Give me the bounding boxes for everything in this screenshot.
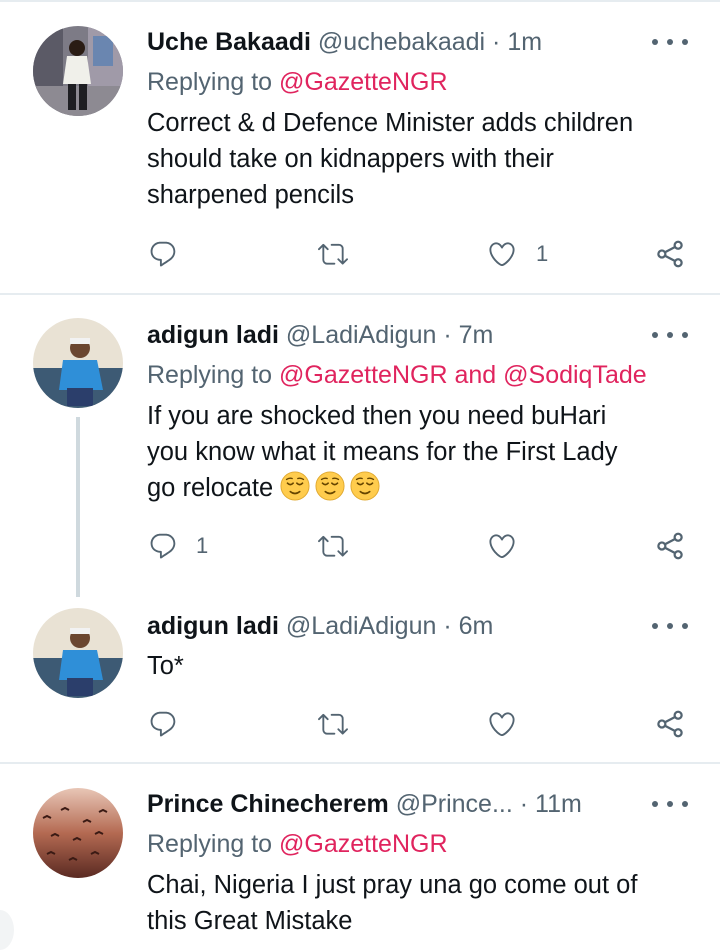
- tweet-text-line: you know what it means for the First Lad…: [147, 438, 618, 466]
- tweet-text: Chai, Nigeria I just pray una go come ou…: [147, 867, 637, 939]
- tweet-header: Prince Chinecherem @Prince... · 11m: [147, 784, 582, 824]
- tweet-text-line: should take on kidnappers with their: [147, 145, 554, 173]
- replying-prefix: Replying to: [147, 830, 273, 858]
- relieved-face-icon: [315, 471, 345, 501]
- user-handle[interactable]: @LadiAdigun: [286, 321, 437, 349]
- user-handle[interactable]: @uchebakaadi: [318, 28, 485, 56]
- more-icon[interactable]: [652, 616, 688, 636]
- tweet-text-line: Correct & d Defence Minister adds childr…: [147, 109, 634, 137]
- replying-prefix: Replying to: [147, 68, 273, 96]
- tweet-text-line: this Great Mistake: [147, 907, 353, 935]
- tweet[interactable]: Prince Chinecherem @Prince... · 11m Repl…: [0, 784, 720, 952]
- user-handle[interactable]: @Prince...: [396, 790, 513, 818]
- retweet-icon: [317, 239, 349, 269]
- separator: ·: [443, 321, 452, 349]
- thread-line: [76, 417, 80, 597]
- scroll-indicator: [0, 910, 14, 950]
- share-icon: [655, 531, 685, 561]
- timestamp[interactable]: 11m: [535, 790, 582, 818]
- tweet-text-line: To*: [147, 652, 184, 680]
- avatar[interactable]: [33, 26, 123, 116]
- more-icon[interactable]: [652, 794, 688, 814]
- divider: [0, 0, 720, 2]
- more-icon[interactable]: [652, 32, 688, 52]
- replying-to: Replying to @GazetteNGR: [147, 64, 448, 100]
- share-button[interactable]: [655, 531, 685, 561]
- tweet-text-line: Chai, Nigeria I just pray una go come ou…: [147, 871, 638, 899]
- divider: [0, 762, 720, 764]
- heart-icon: [486, 709, 518, 739]
- replying-to: Replying to @GazetteNGR: [147, 826, 448, 862]
- tweet[interactable]: adigun ladi @LadiAdigun · 7m Replying to…: [0, 315, 720, 605]
- tweet-text-line: go relocate: [147, 474, 274, 502]
- like-button[interactable]: 1: [486, 239, 548, 269]
- tweet-header: adigun ladi @LadiAdigun · 6m: [147, 606, 493, 646]
- display-name[interactable]: adigun ladi: [147, 612, 279, 640]
- avatar[interactable]: [33, 608, 123, 698]
- replying-prefix: Replying to: [147, 361, 273, 389]
- tweet-text: To*: [147, 648, 184, 684]
- relieved-face-icon: [280, 471, 310, 501]
- reply-count: 1: [196, 533, 209, 558]
- tweet-text-line: sharpened pencils: [147, 181, 354, 209]
- reply-icon: [148, 709, 178, 739]
- like-button[interactable]: [486, 531, 518, 561]
- timestamp[interactable]: 1m: [507, 28, 542, 56]
- share-icon: [655, 709, 685, 739]
- user-handle[interactable]: @LadiAdigun: [286, 612, 437, 640]
- share-icon: [655, 239, 685, 269]
- retweet-icon: [317, 709, 349, 739]
- tweet-header: Uche Bakaadi @uchebakaadi · 1m: [147, 22, 542, 62]
- timestamp[interactable]: 7m: [459, 321, 494, 349]
- tweet[interactable]: adigun ladi @LadiAdigun · 6m To*: [0, 606, 720, 756]
- divider: [0, 293, 720, 295]
- tweet-text-line: If you are shocked then you need buHari: [147, 402, 607, 430]
- display-name[interactable]: Uche Bakaadi: [147, 28, 311, 56]
- like-count: 1: [536, 241, 549, 266]
- reply-icon: [148, 531, 178, 561]
- heart-icon: [486, 239, 518, 269]
- separator: ·: [443, 612, 452, 640]
- retweet-button[interactable]: [317, 239, 349, 269]
- retweet-icon: [317, 531, 349, 561]
- mention-joiner: and: [454, 361, 497, 389]
- relieved-face-icon: [350, 471, 380, 501]
- tweet-header: adigun ladi @LadiAdigun · 7m: [147, 315, 493, 355]
- retweet-button[interactable]: [317, 531, 349, 561]
- separator: ·: [519, 790, 529, 818]
- tweet[interactable]: Uche Bakaadi @uchebakaadi · 1m Replying …: [0, 22, 720, 292]
- mention-link[interactable]: @GazetteNGR: [279, 830, 447, 858]
- separator: ·: [492, 28, 501, 56]
- avatar[interactable]: [33, 318, 123, 408]
- retweet-button[interactable]: [317, 709, 349, 739]
- mention-link[interactable]: @SodiqTade: [503, 361, 647, 389]
- avatar[interactable]: [33, 788, 123, 878]
- reply-icon: [148, 239, 178, 269]
- timestamp[interactable]: 6m: [459, 612, 494, 640]
- tweet-text: If you are shocked then you need buHari …: [147, 398, 618, 506]
- tweet-text-line-with-emoji: go relocate: [147, 470, 618, 506]
- reply-button[interactable]: 1: [148, 531, 208, 561]
- share-button[interactable]: [655, 709, 685, 739]
- like-button[interactable]: [486, 709, 518, 739]
- tweet-text: Correct & d Defence Minister adds childr…: [147, 105, 633, 213]
- heart-icon: [486, 531, 518, 561]
- replying-to: Replying to @GazetteNGR and @SodiqTade: [147, 357, 647, 393]
- share-button[interactable]: [655, 239, 685, 269]
- reply-button[interactable]: [148, 709, 178, 739]
- reply-button[interactable]: [148, 239, 178, 269]
- display-name[interactable]: Prince Chinecherem: [147, 790, 389, 818]
- display-name[interactable]: adigun ladi: [147, 321, 279, 349]
- mention-link[interactable]: @GazetteNGR: [279, 361, 447, 389]
- more-icon[interactable]: [652, 325, 688, 345]
- mention-link[interactable]: @GazetteNGR: [279, 68, 447, 96]
